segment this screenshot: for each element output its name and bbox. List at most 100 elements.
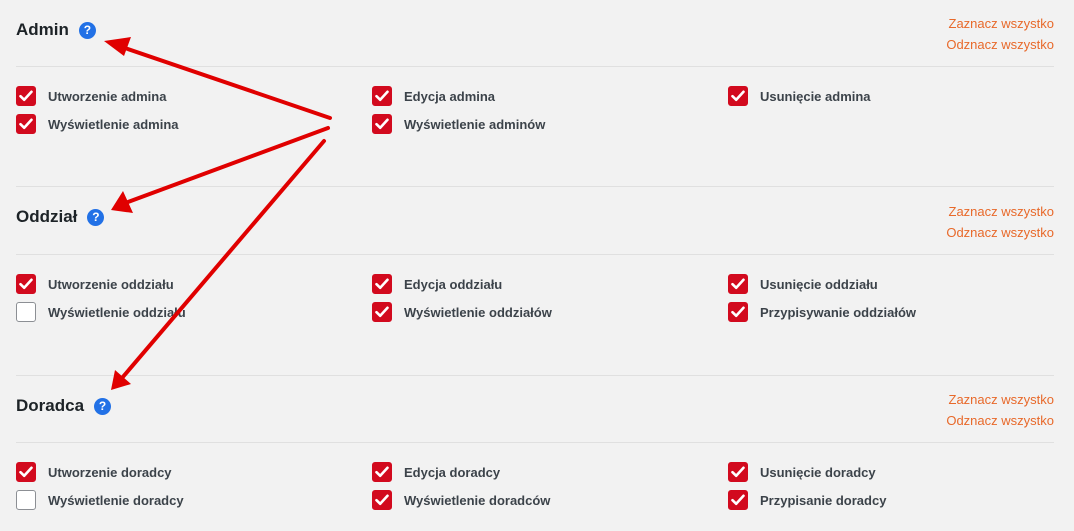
section-title-text: Oddział [16, 207, 78, 226]
permission-label: Wyświetlenie admina [48, 116, 179, 132]
checkbox-row: Wyświetlenie doradcy Wyświetlenie doradcó… [0, 490, 1074, 512]
checkmark-icon [731, 494, 745, 506]
permissions-panel: Admin ? Zaznacz wszystko Odznacz wszystk… [0, 0, 1074, 531]
section-title: Doradca ? [16, 396, 112, 416]
checkbox-unchecked[interactable] [16, 490, 36, 510]
annotation-arrows [104, 37, 332, 390]
permission-checkbox-item[interactable]: Wyświetlenie doradcy [16, 490, 184, 510]
checkbox-checked[interactable] [372, 86, 392, 106]
checkbox-row: Wyświetlenie admina Wyświetlenie adminów [0, 114, 1074, 136]
section-title: Admin ? [16, 20, 96, 40]
bulk-links: Zaznacz wszystko Odznacz wszystko [946, 13, 1054, 55]
checkbox-checked[interactable] [16, 114, 36, 134]
checkbox-checked[interactable] [372, 274, 392, 294]
permission-label: Przypisanie doradcy [760, 492, 887, 508]
permission-checkbox-item[interactable]: Usunięcie doradcy [728, 462, 876, 482]
permission-checkbox-item[interactable]: Utworzenie doradcy [16, 462, 172, 482]
permission-label: Wyświetlenie doradcy [48, 492, 184, 508]
checkmark-icon [375, 494, 389, 506]
permission-checkbox-item[interactable]: Przypisywanie oddziałów [728, 302, 916, 322]
checkbox-checked[interactable] [728, 462, 748, 482]
checkmark-icon [19, 278, 33, 290]
checkmark-icon [375, 466, 389, 478]
permission-label: Wyświetlenie oddziałów [404, 304, 552, 320]
checkmark-icon [731, 90, 745, 102]
permission-label: Wyświetlenie doradców [404, 492, 551, 508]
deselect-all-link[interactable]: Odznacz wszystko [946, 410, 1054, 431]
divider [16, 442, 1054, 443]
permission-checkbox-item[interactable]: Utworzenie admina [16, 86, 166, 106]
permission-checkbox-item[interactable]: Edycja admina [372, 86, 495, 106]
checkbox-checked[interactable] [728, 274, 748, 294]
checkbox-checked[interactable] [372, 302, 392, 322]
arrow-head-doradca [111, 370, 131, 390]
permission-checkbox-item[interactable]: Wyświetlenie admina [16, 114, 179, 134]
checkmark-icon [375, 306, 389, 318]
checkmark-icon [375, 90, 389, 102]
checkbox-checked[interactable] [372, 462, 392, 482]
checkbox-checked[interactable] [16, 462, 36, 482]
divider [16, 254, 1054, 255]
checkbox-checked[interactable] [728, 86, 748, 106]
permission-label: Utworzenie doradcy [48, 464, 172, 480]
permission-label: Edycja doradcy [404, 464, 501, 480]
bulk-links: Zaznacz wszystko Odznacz wszystko [946, 201, 1054, 243]
checkmark-icon [731, 278, 745, 290]
permission-checkbox-item[interactable]: Wyświetlenie doradców [372, 490, 550, 510]
permission-label: Usunięcie oddziału [760, 276, 878, 292]
checkbox-checked[interactable] [728, 490, 748, 510]
arrow-head-oddzial [111, 191, 133, 213]
arrow-line-to-oddzial [126, 126, 330, 204]
permission-label: Przypisywanie oddziałów [760, 304, 917, 320]
permission-checkbox-item[interactable]: Wyświetlenie adminów [372, 114, 545, 134]
permission-checkbox-item[interactable]: Usunięcie oddziału [728, 274, 878, 294]
deselect-all-link[interactable]: Odznacz wszystko [946, 222, 1054, 243]
checkmark-icon [731, 306, 745, 318]
permission-checkbox-item[interactable]: Przypisanie doradcy [728, 490, 886, 510]
checkbox-checked[interactable] [372, 490, 392, 510]
checkmark-icon [731, 466, 745, 478]
checkmark-icon [19, 90, 33, 102]
checkmark-icon [19, 118, 33, 130]
permission-label: Edycja oddziału [404, 276, 503, 292]
permission-label: Utworzenie admina [48, 88, 167, 104]
select-all-link[interactable]: Zaznacz wszystko [946, 389, 1054, 410]
permission-checkbox-item[interactable]: Edycja doradcy [372, 462, 500, 482]
divider [16, 66, 1054, 67]
divider [16, 375, 1054, 376]
help-icon[interactable]: ? [87, 208, 105, 226]
permission-checkbox-item[interactable]: Utworzenie oddziału [16, 274, 174, 294]
help-icon[interactable]: ? [94, 397, 112, 415]
permission-label: Usunięcie doradcy [760, 464, 876, 480]
select-all-link[interactable]: Zaznacz wszystko [946, 13, 1054, 34]
section-title-text: Admin [16, 20, 69, 39]
checkmark-icon [19, 466, 33, 478]
checkbox-row: Utworzenie oddziału Edycja oddziału Usunię… [0, 274, 1074, 296]
checkmark-icon [375, 278, 389, 290]
permission-label: Wyświetlenie adminów [404, 116, 546, 132]
section-title-text: Doradca [16, 396, 85, 415]
permission-label: Edycja admina [404, 88, 496, 104]
permission-checkbox-item[interactable]: Usunięcie admina [728, 86, 871, 106]
select-all-link[interactable]: Zaznacz wszystko [946, 201, 1054, 222]
checkbox-checked[interactable] [728, 302, 748, 322]
checkbox-row: Wyświetlenie oddziału Wyświetlenie oddzia… [0, 302, 1074, 324]
permission-checkbox-item[interactable]: Wyświetlenie oddziałów [372, 302, 552, 322]
arrow-head-admin [104, 37, 131, 56]
checkbox-checked[interactable] [16, 274, 36, 294]
checkbox-checked[interactable] [372, 114, 392, 134]
deselect-all-link[interactable]: Odznacz wszystko [946, 34, 1054, 55]
bulk-links: Zaznacz wszystko Odznacz wszystko [946, 389, 1054, 431]
permission-label: Wyświetlenie oddziału [48, 304, 186, 320]
checkbox-row: Utworzenie admina Edycja admina Usunięcie … [0, 86, 1074, 108]
checkbox-row: Utworzenie doradcy Edycja doradcy Usunięci… [0, 462, 1074, 484]
checkmark-icon [375, 118, 389, 130]
permission-checkbox-item[interactable]: Edycja oddziału [372, 274, 502, 294]
permission-label: Usunięcie admina [760, 88, 871, 104]
permission-label: Utworzenie oddziału [48, 276, 174, 292]
permission-checkbox-item[interactable]: Wyświetlenie oddziału [16, 302, 186, 322]
checkbox-unchecked[interactable] [16, 302, 36, 322]
divider [16, 186, 1054, 187]
help-icon[interactable]: ? [78, 21, 96, 39]
checkbox-checked[interactable] [16, 86, 36, 106]
